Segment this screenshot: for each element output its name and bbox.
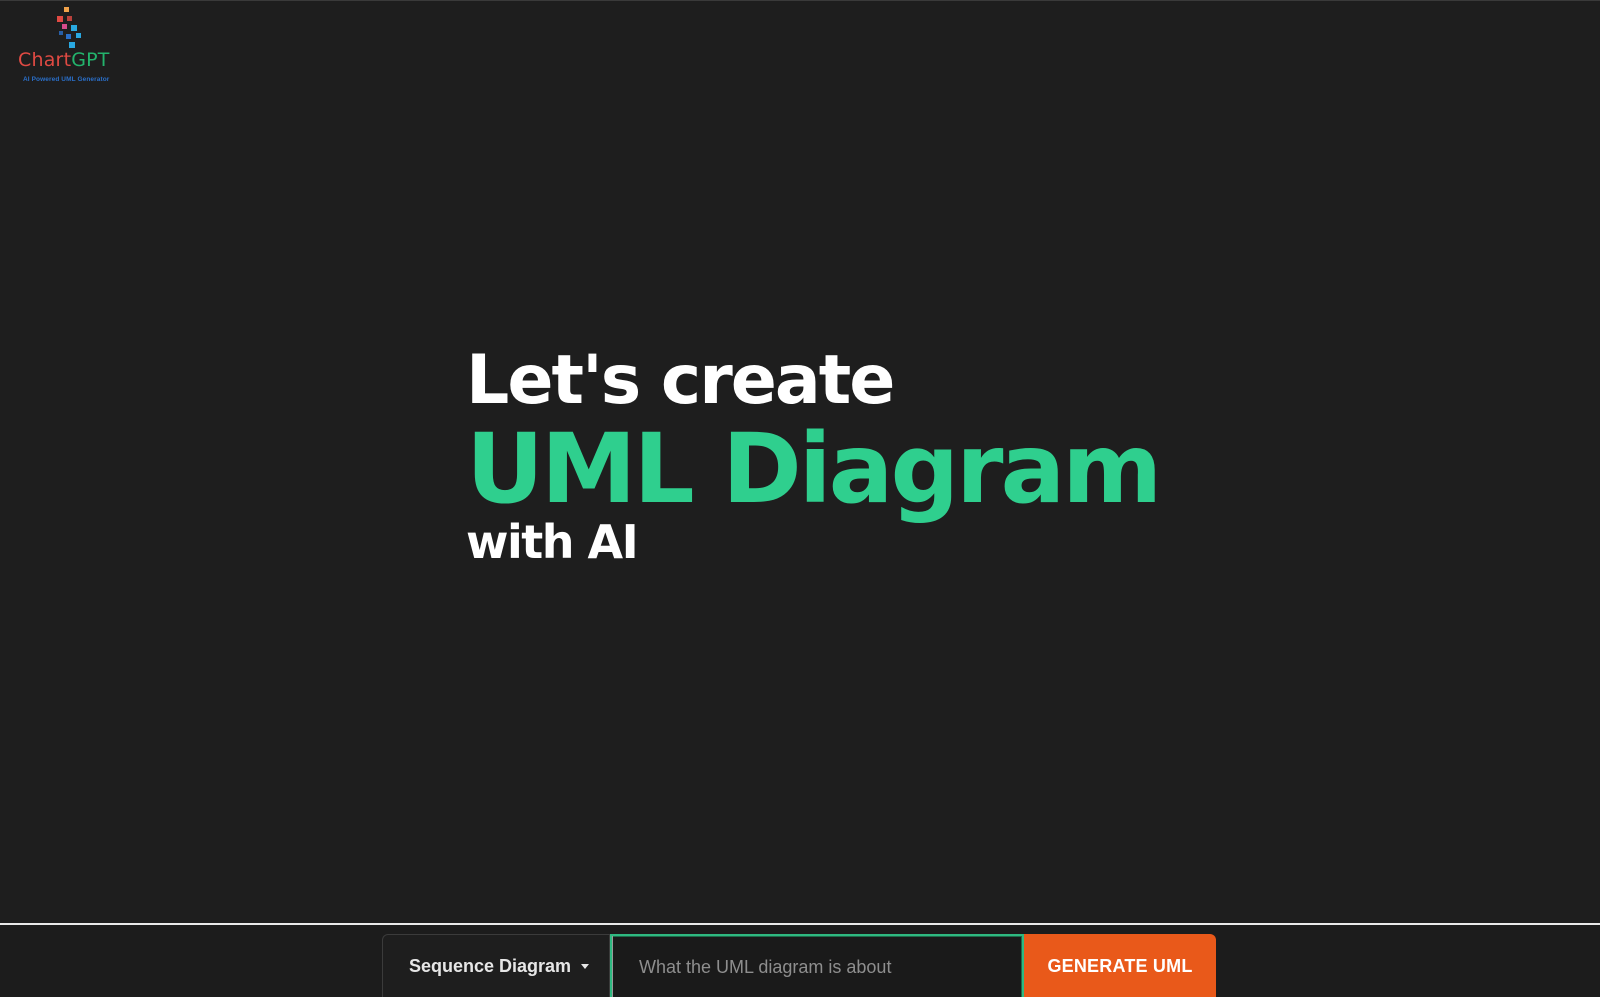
logo-tagline: AI Powered UML Generator: [23, 76, 110, 83]
generator-controls: Sequence Diagram GENERATE UML: [382, 934, 1216, 997]
generate-uml-button[interactable]: GENERATE UML: [1024, 934, 1216, 997]
hero-line-lets-create: Let's create: [466, 341, 895, 420]
chevron-down-icon: [581, 964, 590, 969]
hero-line-with-ai: with AI: [466, 515, 639, 569]
diagram-type-select[interactable]: Sequence Diagram: [382, 934, 610, 997]
hero-heading: Let's create UML Diagram with AI: [466, 341, 1162, 569]
prompt-field-wrapper: [610, 934, 1024, 997]
hero-line-uml-diagram: UML Diagram: [466, 413, 1162, 525]
logo-wordmark-gpt: GPT: [71, 49, 110, 71]
diagram-type-label: Sequence Diagram: [409, 956, 572, 976]
logo-wordmark-chart: Chart: [18, 49, 72, 71]
prompt-input[interactable]: [612, 936, 1022, 997]
app-page: ChartGPT AI Powered UML Generator Let's …: [0, 0, 1600, 997]
logo-wordmark: ChartGPT: [18, 51, 110, 70]
chartgpt-logo[interactable]: ChartGPT AI Powered UML Generator: [18, 7, 128, 87]
logo-pixel-icon: [57, 7, 81, 48]
